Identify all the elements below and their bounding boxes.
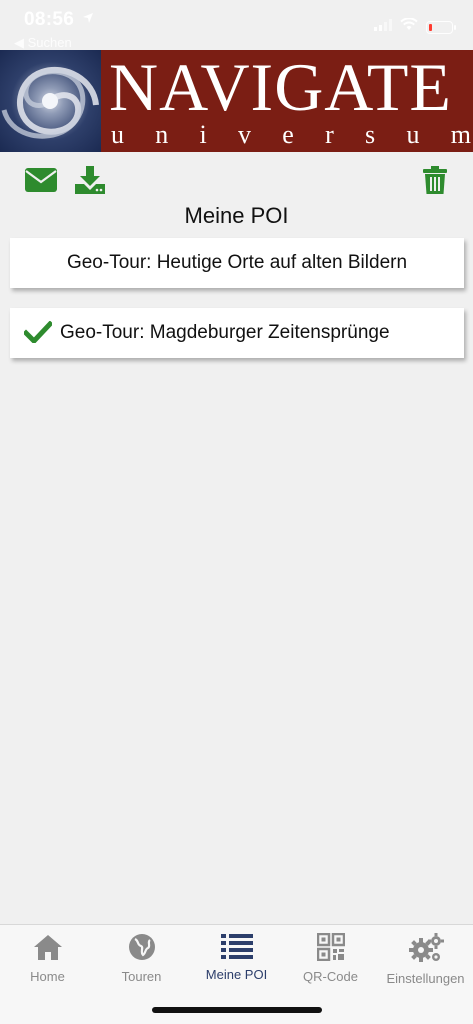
banner-subtitle-letter: m — [450, 120, 471, 149]
app-root: NAVIGATE u n i v e r s u m 08:56 ◀ Suchen Meine … — [0, 0, 473, 1024]
poi-list: Geo-Tour: Heutige Orte auf alten Bildern… — [10, 238, 464, 378]
gears-icon — [408, 933, 444, 962]
qr-code-icon — [316, 933, 345, 961]
tab-touren[interactable]: Touren — [94, 933, 189, 995]
cellular-signal-icon — [374, 18, 392, 36]
home-icon — [33, 935, 62, 960]
back-to-app-link[interactable]: ◀ Suchen — [14, 35, 72, 51]
banner-subtitle-letter: e — [282, 120, 294, 149]
tab-einstellungen[interactable]: Einstellungen — [378, 933, 473, 995]
banner-subtitle-letter: v — [238, 120, 252, 149]
banner-subtitle-letter: r — [325, 120, 334, 149]
banner-subtitle-letter: u — [406, 120, 420, 149]
banner-title: NAVIGATE — [109, 49, 452, 125]
page-title: Meine POI — [184, 203, 289, 228]
status-indicators — [374, 17, 456, 36]
envelope-icon[interactable] — [23, 162, 59, 198]
banner-subtitle-letter: i — [199, 120, 207, 149]
trash-icon[interactable] — [417, 162, 453, 198]
download-icon[interactable] — [72, 162, 108, 198]
tab-qr-code[interactable]: QR-Code — [283, 933, 378, 995]
banner-title-area: NAVIGATE u n i v e r s u m — [101, 50, 473, 152]
tab-label: Einstellungen — [386, 971, 465, 986]
poi-item-magdeburger-zeitensprunge[interactable]: Geo-Tour: Magdeburger Zeitensprünge — [10, 308, 464, 358]
banner-subtitle-letter: u — [111, 120, 124, 149]
toolbar — [0, 162, 473, 202]
list-icon — [220, 934, 253, 959]
globe-icon — [128, 934, 155, 960]
tab-label: Touren — [121, 969, 162, 984]
poi-item-label: Geo-Tour: Magdeburger Zeitensprünge — [60, 322, 390, 343]
status-time: 08:56 — [24, 9, 75, 30]
status-bar: 08:56 ◀ Suchen — [0, 0, 473, 50]
tab-home[interactable]: Home — [0, 933, 95, 995]
banner-subtitle-letter: s — [365, 120, 376, 149]
poi-item-label: Geo-Tour: Heutige Orte auf alten Bildern — [66, 252, 408, 273]
tab-label: Meine POI — [205, 967, 268, 982]
checkmark-icon — [22, 320, 54, 349]
tab-meine-poi[interactable]: Meine POI — [189, 933, 284, 995]
location-arrow-icon — [82, 11, 94, 29]
tab-label: QR-Code — [303, 969, 358, 984]
battery-icon — [426, 20, 456, 34]
home-indicator — [152, 1007, 322, 1013]
tab-label: Home — [30, 969, 65, 984]
wifi-icon — [400, 17, 418, 36]
banner-subtitle-letter: n — [155, 120, 169, 149]
galaxy-logo — [0, 50, 101, 152]
poi-item-heutige-orte[interactable]: Geo-Tour: Heutige Orte auf alten Bildern — [10, 238, 464, 288]
banner-subtitle: universum — [111, 120, 471, 150]
